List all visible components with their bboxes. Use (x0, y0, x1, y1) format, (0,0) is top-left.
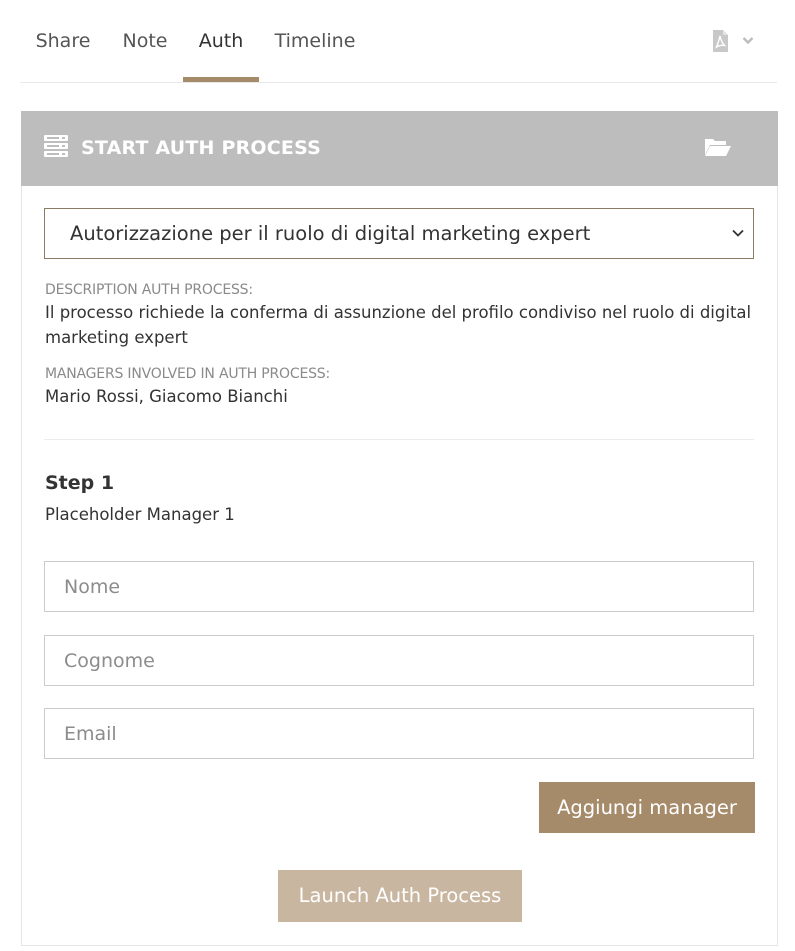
panel-title: START AUTH PROCESS (81, 137, 321, 159)
description-value: Il processo richiede la conferma di assu… (45, 303, 752, 347)
auth-process-select[interactable]: Autorizzazione per il ruolo di digital m… (44, 208, 754, 259)
managers-value: Mario Rossi, Giacomo Bianchi (45, 387, 288, 406)
launch-auth-process-button[interactable]: Launch Auth Process (278, 870, 522, 922)
nome-input[interactable] (44, 561, 754, 612)
pdf-file-icon[interactable] (712, 30, 728, 52)
tab-timeline[interactable]: Timeline (265, 0, 365, 83)
export-menu[interactable] (712, 30, 760, 54)
tab-share[interactable]: Share (20, 0, 106, 83)
add-manager-button[interactable]: Aggiungi manager (539, 782, 755, 833)
chevron-down-icon[interactable] (742, 35, 754, 45)
cognome-input[interactable] (44, 635, 754, 686)
auth-process-panel: START AUTH PROCESS Autorizzazione per il… (21, 111, 778, 946)
selected-process: Autorizzazione per il ruolo di digital m… (70, 222, 591, 245)
folder-open-icon[interactable] (704, 137, 732, 157)
panel-header: START AUTH PROCESS (21, 111, 778, 186)
managers-label: MANAGERS INVOLVED IN AUTH PROCESS: (45, 366, 330, 382)
step-title: Step 1 (45, 472, 115, 494)
step-subtitle: Placeholder Manager 1 (45, 505, 235, 524)
divider (44, 439, 754, 440)
list-icon (44, 135, 68, 157)
chevron-down-icon (732, 229, 744, 237)
tab-bar: Share Note Auth Timeline (20, 0, 777, 83)
description-label: DESCRIPTION AUTH PROCESS: (45, 282, 253, 298)
tab-note[interactable]: Note (112, 0, 178, 83)
tab-auth[interactable]: Auth (183, 0, 259, 83)
email-input[interactable] (44, 708, 754, 759)
